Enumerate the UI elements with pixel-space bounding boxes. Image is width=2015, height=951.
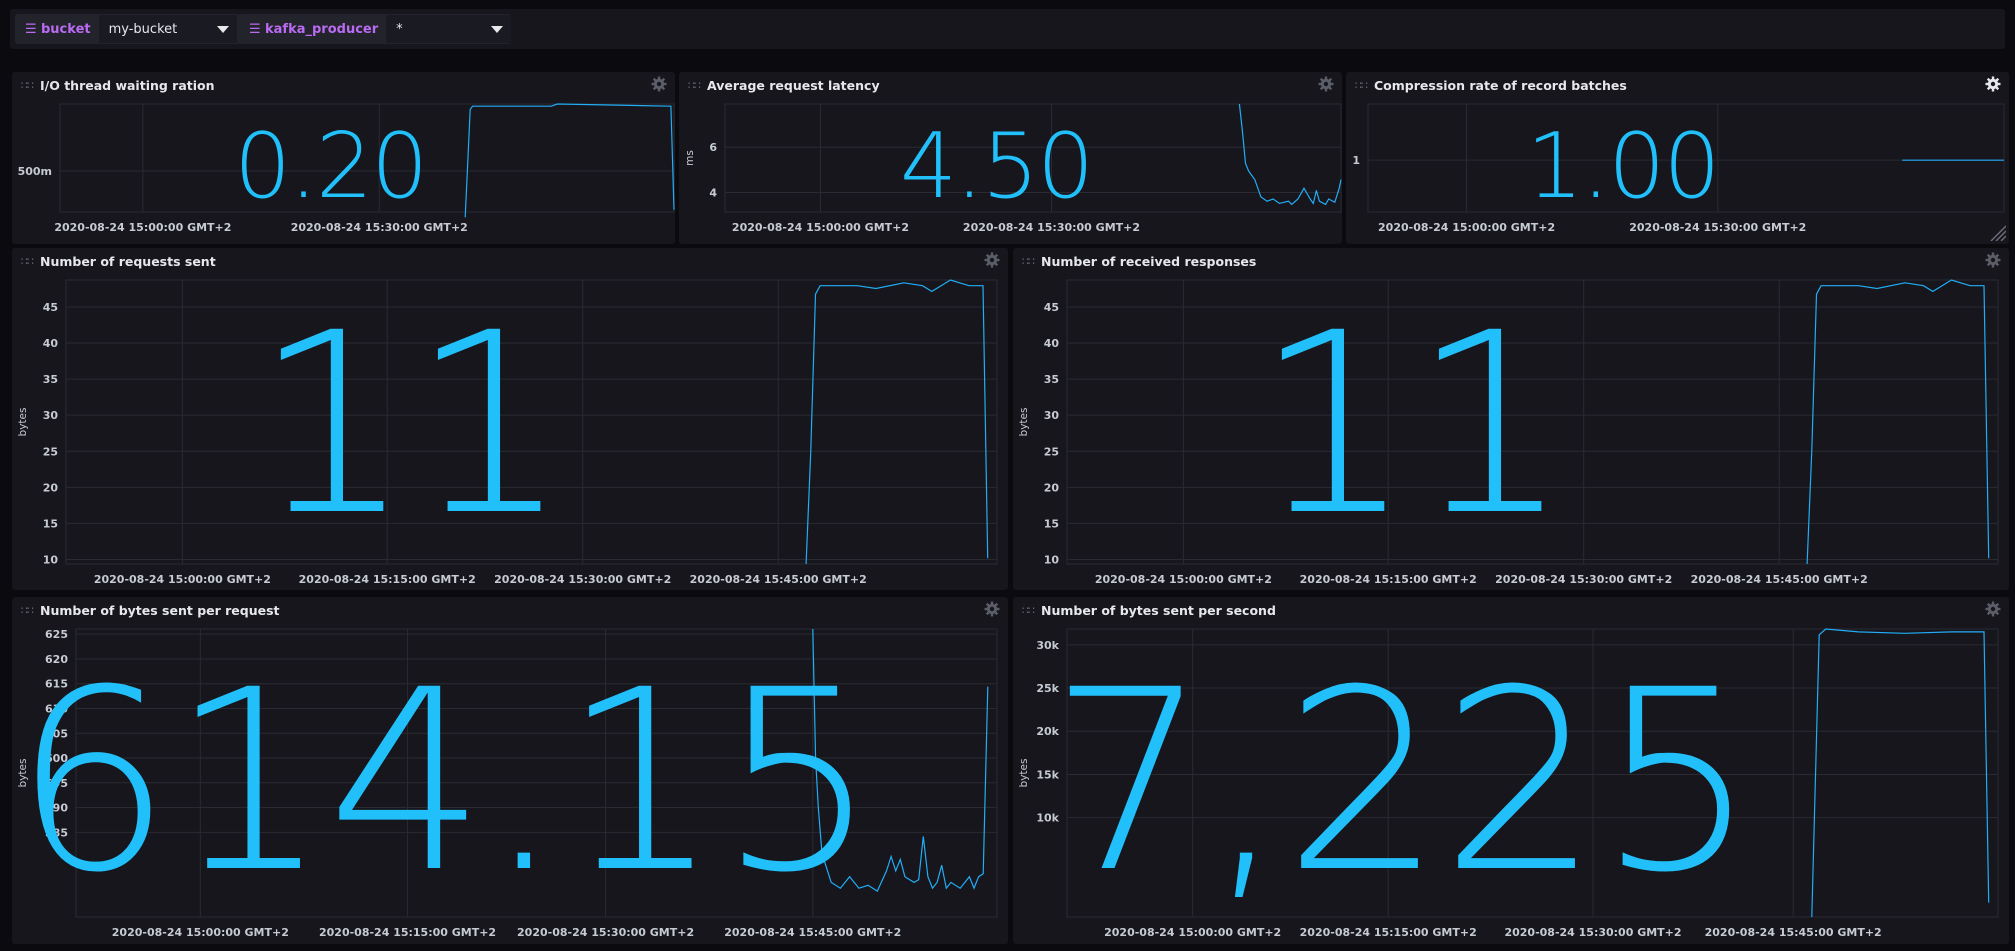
caret-down-icon xyxy=(491,26,503,33)
single-stat-value: 1.00 xyxy=(1526,113,1720,219)
x-tick-label: 2020-08-24 15:30:00 GMT+2 xyxy=(1629,221,1806,234)
y-tick-label: 20 xyxy=(43,481,59,494)
x-tick-label: 2020-08-24 15:30:00 GMT+2 xyxy=(1495,573,1672,586)
y-tick-label: 40 xyxy=(43,337,59,350)
single-stat-value: 614.15 xyxy=(13,635,878,927)
variable-control-kafka-producer[interactable]: ☰ kafka_producer * xyxy=(239,14,511,44)
resize-handle-icon[interactable] xyxy=(1984,219,2006,241)
y-tick-label: 4 xyxy=(709,187,717,200)
y-tick-label: 45 xyxy=(43,301,58,314)
x-tick-label: 2020-08-24 15:15:00 GMT+2 xyxy=(299,573,476,586)
cell-average-request-latency[interactable]: ∷∷ Average request latency 6 4 ms 2020-08-24 … xyxy=(679,72,1342,244)
single-stat-value: 0.20 xyxy=(233,113,428,219)
x-tick-label: 2020-08-24 15:45:00 GMT+2 xyxy=(1705,926,1882,939)
x-tick-label: 2020-08-24 15:15:00 GMT+2 xyxy=(1300,573,1477,586)
y-tick-label: 35 xyxy=(43,373,58,386)
variable-value: my-bucket xyxy=(108,21,178,37)
y-tick-label: 30 xyxy=(43,409,59,422)
x-tick-label: 2020-08-24 15:00:00 GMT+2 xyxy=(54,221,231,234)
series-line xyxy=(1806,279,1990,565)
y-tick-label: 10 xyxy=(1044,553,1060,566)
y-tick-label: 15 xyxy=(43,517,58,530)
caret-down-icon xyxy=(216,26,229,33)
x-tick-label: 2020-08-24 15:45:00 GMT+2 xyxy=(690,573,867,586)
x-tick-label: 2020-08-24 15:15:00 GMT+2 xyxy=(1300,926,1477,939)
series-line xyxy=(464,103,675,218)
y-tick-label: 6 xyxy=(709,141,717,154)
series-line xyxy=(1238,103,1342,206)
y-tick-label: 1 xyxy=(1352,154,1360,167)
single-stat-value: 7,225 xyxy=(1049,635,1757,927)
variable-value: * xyxy=(396,21,403,37)
cell-received-responses[interactable]: ∷∷ Number of received responses 45 40 35 30 25… xyxy=(1013,248,2009,590)
y-tick-label: 40 xyxy=(1044,337,1060,350)
y-axis-label: bytes xyxy=(1018,759,1030,788)
series-line xyxy=(805,279,989,565)
x-tick-label: 2020-08-24 15:00:00 GMT+2 xyxy=(1095,573,1272,586)
y-tick-label: 45 xyxy=(1044,301,1059,314)
cell-bytes-per-second[interactable]: ∷∷ Number of bytes sent per second 30k 25k 2… xyxy=(1013,597,2009,944)
variable-name: bucket xyxy=(41,21,91,37)
variable-control-bucket[interactable]: ☰ bucket my-bucket xyxy=(15,14,241,44)
y-tick-label: 20 xyxy=(1044,481,1060,494)
single-stat-value: 4.50 xyxy=(899,113,1094,219)
x-tick-label: 2020-08-24 15:30:00 GMT+2 xyxy=(1504,926,1681,939)
y-tick-label: 25 xyxy=(1044,445,1059,458)
single-stat-value: 11 xyxy=(1254,278,1570,570)
x-tick-label: 2020-08-24 15:00:00 GMT+2 xyxy=(1104,926,1281,939)
single-stat-value: 11 xyxy=(253,278,569,570)
cell-requests-sent[interactable]: ∷∷ Number of requests sent 45 40 35 30 25 20 15 1… xyxy=(12,248,1008,590)
x-tick-label: 2020-08-24 15:30:00 GMT+2 xyxy=(291,221,468,234)
variable-dropdown[interactable]: my-bucket xyxy=(98,15,237,43)
cell-compression-rate[interactable]: ∷∷ Compression rate of record batches 1 202… xyxy=(1346,72,2009,244)
y-tick-label: 500m xyxy=(18,165,52,178)
x-tick-label: 2020-08-24 15:30:00 GMT+2 xyxy=(517,926,694,939)
series-line xyxy=(1811,628,1990,918)
x-tick-label: 2020-08-24 15:00:00 GMT+2 xyxy=(732,221,909,234)
x-tick-label: 2020-08-24 15:30:00 GMT+2 xyxy=(494,573,671,586)
x-tick-label: 2020-08-24 15:30:00 GMT+2 xyxy=(963,221,1140,234)
y-axis-label: ms xyxy=(684,150,696,166)
y-tick-label: 35 xyxy=(1044,373,1059,386)
y-tick-label: 30 xyxy=(1044,409,1060,422)
x-tick-label: 2020-08-24 15:00:00 GMT+2 xyxy=(112,926,289,939)
y-tick-label: 15 xyxy=(1044,517,1059,530)
y-axis-label: bytes xyxy=(1018,408,1030,437)
x-tick-label: 2020-08-24 15:45:00 GMT+2 xyxy=(724,926,901,939)
y-tick-label: 25 xyxy=(43,445,58,458)
cell-bytes-per-request[interactable]: ∷∷ Number of bytes sent per request 625 620… xyxy=(12,597,1008,944)
x-tick-label: 2020-08-24 15:15:00 GMT+2 xyxy=(319,926,496,939)
variable-dropdown[interactable]: * xyxy=(386,15,511,43)
y-axis-label: bytes xyxy=(17,408,29,437)
drag-handle-icon[interactable]: ☰ xyxy=(25,22,37,37)
x-tick-label: 2020-08-24 15:45:00 GMT+2 xyxy=(1691,573,1868,586)
variables-bar: ☰ bucket my-bucket ☰ kafka_producer * xyxy=(10,9,2005,49)
cell-io-thread[interactable]: ∷∷ I/O thread waiting ration 500m 2020-08-2… xyxy=(12,72,675,244)
drag-handle-icon[interactable]: ☰ xyxy=(249,22,261,37)
y-tick-label: 10 xyxy=(43,553,59,566)
x-tick-label: 2020-08-24 15:00:00 GMT+2 xyxy=(94,573,271,586)
x-tick-label: 2020-08-24 15:00:00 GMT+2 xyxy=(1378,221,1555,234)
variable-name: kafka_producer xyxy=(265,21,379,37)
